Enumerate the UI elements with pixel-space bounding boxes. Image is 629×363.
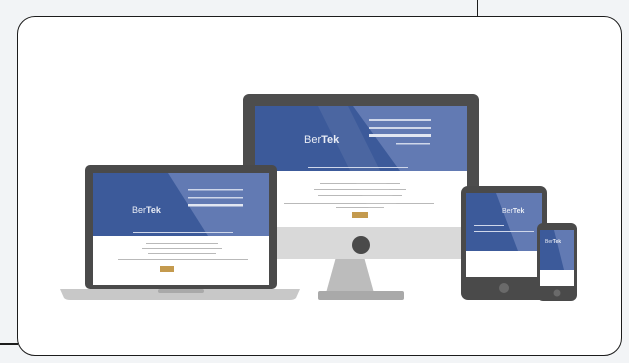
- tablet-logo-text: BerTek: [502, 208, 525, 215]
- phone-home-button: [553, 289, 561, 297]
- monitor-stand: [326, 257, 374, 293]
- phone: BerTek: [537, 223, 577, 301]
- device-mockup-illustration: BerTek BerTek BerTek BerTek: [60, 94, 577, 301]
- page: BerTek BerTek BerTek BerTek: [0, 0, 629, 363]
- laptop-logo-text: BerTek: [132, 205, 162, 215]
- tablet: BerTek: [461, 186, 547, 300]
- laptop-notch: [158, 289, 204, 293]
- monitor-base: [318, 291, 404, 300]
- monitor-logo: [352, 236, 370, 254]
- background-panel-line: [0, 343, 18, 345]
- laptop: BerTek: [60, 165, 300, 300]
- device-mockup-card: BerTek BerTek BerTek BerTek: [17, 16, 622, 356]
- desktop-monitor: BerTek: [243, 94, 479, 300]
- background-panel-edge: [0, 0, 478, 16]
- tablet-home-button: [499, 283, 509, 293]
- phone-logo-text: BerTek: [545, 239, 561, 245]
